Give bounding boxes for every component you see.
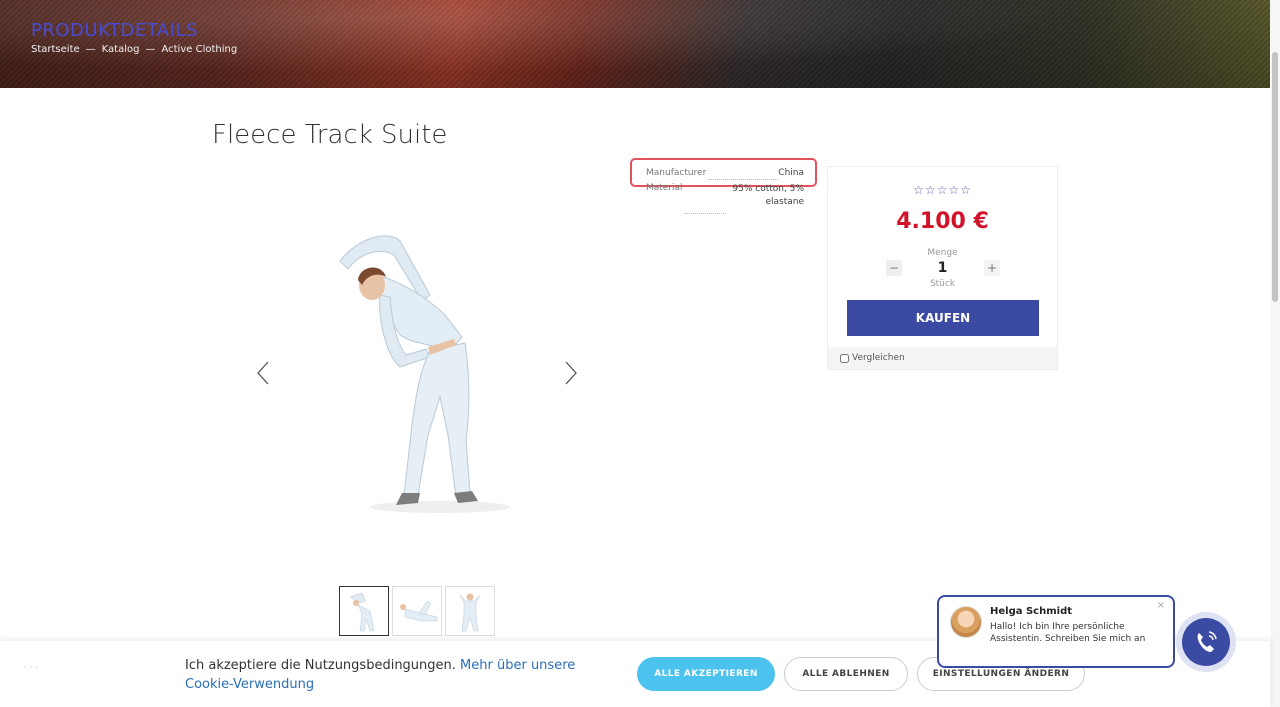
chat-widget[interactable]: Helga Schmidt Hallo! Ich bin Ihre persön… bbox=[937, 595, 1175, 668]
compare-checkbox[interactable] bbox=[840, 353, 849, 363]
breadcrumb-category[interactable]: Active Clothing bbox=[161, 44, 237, 55]
thumbnail-2[interactable] bbox=[392, 586, 442, 636]
thumbnail-strip bbox=[339, 586, 495, 636]
chat-message: Hallo! Ich bin Ihre persönliche Assisten… bbox=[990, 622, 1146, 644]
footer-ghost-text: · · · bbox=[24, 663, 39, 673]
cookie-message: Ich akzeptiere die Nutzungsbedingungen. … bbox=[185, 656, 605, 694]
attribute-value: 95% cotton, 5% elastane bbox=[732, 184, 804, 207]
price: 4.100 € bbox=[896, 209, 989, 234]
compare-label: Vergleichen bbox=[852, 353, 905, 363]
phone-icon bbox=[1197, 631, 1217, 652]
call-button[interactable] bbox=[1182, 618, 1230, 666]
quantity-value[interactable]: 1 bbox=[828, 260, 1057, 276]
breadcrumb: Startseite — Katalog — Active Clothing bbox=[31, 44, 237, 55]
thumbnail-3[interactable] bbox=[445, 586, 495, 636]
scrollbar[interactable] bbox=[1270, 0, 1280, 707]
thumbnail-1[interactable] bbox=[339, 586, 389, 636]
quantity-increase-button[interactable]: + bbox=[984, 260, 1000, 276]
compare-option[interactable]: Vergleichen bbox=[828, 347, 1057, 369]
product-attributes: Manufacturer China Material 95% cotton, … bbox=[646, 168, 804, 207]
attribute-row: Material 95% cotton, 5% elastane bbox=[646, 183, 804, 207]
accept-all-cookies-button[interactable]: ALLE AKZEPTIEREN bbox=[637, 657, 775, 691]
cookie-text: Ich akzeptiere die Nutzungsbedingungen. bbox=[185, 658, 456, 673]
gallery-next-button[interactable] bbox=[562, 360, 582, 386]
attribute-label: Manufacturer bbox=[646, 168, 707, 178]
attribute-value: China bbox=[778, 168, 804, 178]
chat-agent-name: Helga Schmidt bbox=[990, 606, 1073, 617]
breadcrumb-separator: — bbox=[85, 44, 96, 55]
chevron-left-icon bbox=[257, 361, 269, 385]
gallery-prev-button[interactable] bbox=[255, 360, 275, 386]
quantity-unit: Stück bbox=[929, 279, 956, 289]
breadcrumb-home[interactable]: Startseite bbox=[31, 44, 80, 55]
attribute-leader bbox=[684, 213, 726, 214]
product-title: Fleece Track Suite bbox=[212, 120, 448, 150]
reject-all-cookies-button[interactable]: ALLE ABLEHNEN bbox=[784, 657, 908, 691]
breadcrumb-separator: — bbox=[145, 44, 156, 55]
buy-box: ☆☆☆☆☆ 4.100 € Menge − 1 + Stück KAUFEN V… bbox=[827, 166, 1058, 370]
rating-stars[interactable]: ☆☆☆☆☆ bbox=[828, 183, 1057, 197]
thumbnail-image bbox=[400, 600, 438, 622]
attribute-row: Manufacturer China bbox=[646, 168, 804, 183]
thumbnail-image bbox=[349, 592, 375, 632]
attribute-label: Material bbox=[646, 183, 683, 193]
page: PRODUKTDETAILS Startseite — Katalog — Ac… bbox=[0, 0, 1280, 707]
buy-button[interactable]: KAUFEN bbox=[847, 300, 1039, 336]
breadcrumb-catalog[interactable]: Katalog bbox=[102, 44, 140, 55]
product-image[interactable] bbox=[320, 225, 530, 525]
close-icon[interactable]: × bbox=[1157, 600, 1165, 611]
quantity-label: Menge bbox=[927, 248, 958, 258]
chevron-right-icon bbox=[565, 361, 577, 385]
header-banner: PRODUKTDETAILS Startseite — Katalog — Ac… bbox=[0, 0, 1270, 88]
scrollbar-thumb[interactable] bbox=[1272, 52, 1278, 302]
avatar bbox=[950, 606, 982, 638]
thumbnail-image bbox=[459, 593, 481, 632]
page-title: PRODUKTDETAILS bbox=[31, 20, 198, 41]
